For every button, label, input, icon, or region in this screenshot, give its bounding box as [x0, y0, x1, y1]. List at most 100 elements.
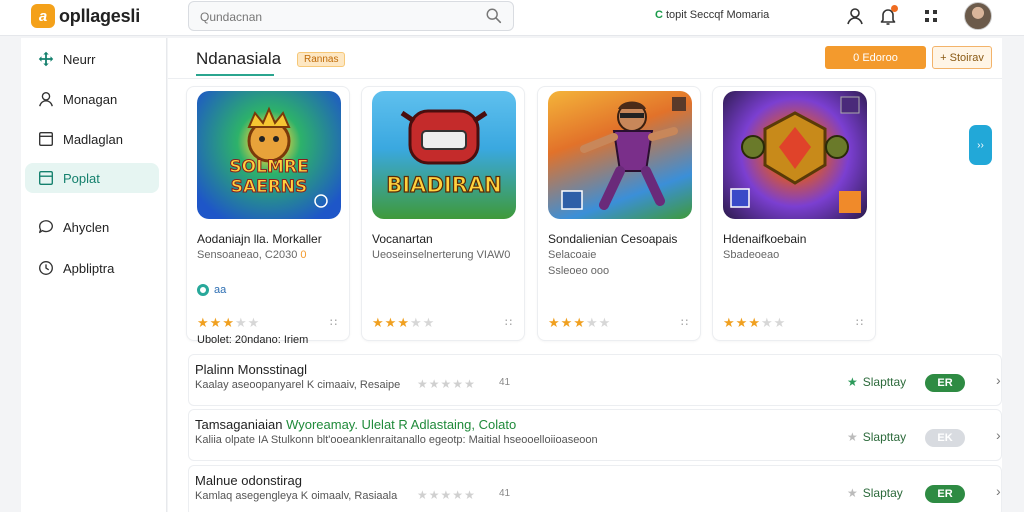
user-icon: [39, 92, 53, 107]
list-item[interactable]: Tamsaganiaian Wyoreamay. Ulelat R Adlast…: [188, 409, 1002, 461]
status-toggle[interactable]: EK: [925, 429, 965, 447]
status-link[interactable]: Ctopit Seccqf Momaria: [655, 9, 769, 21]
app-logo[interactable]: a opllagesli: [31, 4, 140, 28]
star-filled-icon: ★: [548, 315, 561, 330]
chevron-right-icon[interactable]: ›: [996, 372, 1001, 388]
sidebar-item-poplat[interactable]: Poplat: [25, 163, 159, 193]
secondary-action-button[interactable]: + Stoirav: [932, 46, 992, 69]
star-filled-icon: ★: [384, 315, 398, 330]
game-art-title: SOLMRE SAERNS: [229, 157, 309, 198]
star-filled-icon: ★: [372, 315, 385, 330]
more-icon[interactable]: ∷: [505, 316, 512, 329]
search-input[interactable]: Qundacnan: [200, 10, 262, 24]
scroll-next-button[interactable]: ››: [969, 125, 992, 165]
game-art-illustration: [247, 106, 328, 208]
card-subtitle: Ueoseinselnerterung VIAW0: [372, 249, 511, 261]
row-title-highlight: Wyoreamay. Ulelat R Adlastaing, Colato: [286, 417, 517, 432]
more-icon[interactable]: ∷: [856, 316, 863, 329]
more-icon[interactable]: ∷: [681, 316, 688, 329]
sidebar-item-ahyclen[interactable]: Ahyclen: [25, 212, 159, 242]
star-empty-icon: ★: [452, 377, 465, 391]
star-empty-icon: ★: [440, 377, 453, 391]
sidebar-item-label: Poplat: [63, 170, 100, 186]
sidebar-item-madlaglan[interactable]: Madlaglan: [25, 124, 159, 154]
star-filled-icon: ★: [560, 315, 574, 330]
star-empty-icon: ★: [464, 377, 476, 391]
row-title-text: Tamsaganiaian: [195, 417, 287, 432]
list-item[interactable]: Malnue odonstirag Kamlaq asegengleya K o…: [188, 465, 1002, 512]
row-description: Kaalay aseoopanyarel K cimaaiv, Resaipe: [195, 379, 401, 391]
list-item[interactable]: Plalinn Monsstinagl Kaalay aseoopanyarel…: [188, 354, 1002, 406]
star-filled-icon: ★: [222, 315, 235, 330]
row-title: Malnue odonstirag: [195, 473, 302, 488]
app-card[interactable]: SOLMRE SAERNS Aodaniajn lla. Morkaller S…: [186, 86, 350, 346]
search-box[interactable]: Qundacnan: [188, 1, 514, 31]
status-badge: Rannas: [297, 52, 346, 67]
top-bar: a opllagesli Qundacnan Ctopit Seccqf Mom…: [0, 0, 1024, 36]
sidebar-item-label: Ahyclen: [63, 219, 110, 235]
row-description: Kaliia olpate IA Stulkonn blt'ooeanklenr…: [195, 434, 598, 446]
rating-stars: ★★★★★: [548, 315, 611, 331]
sidebar-item-label: Apbliptra: [63, 260, 115, 276]
app-card[interactable]: Sondalienian Cesoapais Selacoaie Ssleoeo…: [537, 86, 701, 341]
primary-action-button[interactable]: 0 Edoroo: [825, 46, 926, 69]
apps-grid-icon[interactable]: [921, 6, 941, 26]
status-text: topit Seccqf Momaria: [665, 9, 770, 21]
sidebar-item-neurr[interactable]: Neurr: [25, 44, 159, 74]
card-subtitle-secondary: Ssleoeo ooo: [548, 265, 610, 277]
star-icon: ★: [847, 375, 858, 389]
game-artwork[interactable]: BIADIRAN: [372, 91, 516, 219]
card-subtitle-badge: 0: [300, 249, 307, 261]
rating-stars: ★★★★★: [372, 315, 435, 331]
star-icon: ★: [847, 430, 858, 444]
card-subtitle: Selacoaie: [548, 249, 597, 261]
chevron-right-icon[interactable]: ›: [996, 427, 1001, 443]
star-filled-icon: ★: [197, 315, 210, 330]
ring-icon: [197, 284, 209, 296]
row-title: Tamsaganiaian Wyoreamay. Ulelat R Adlast…: [195, 417, 516, 432]
sidebar-item-apbliptra[interactable]: Apbliptra: [25, 253, 159, 283]
card-subtitle: Sbadeoeao: [723, 249, 780, 261]
star-filled-icon: ★: [748, 315, 761, 330]
star-empty-icon: ★: [464, 488, 476, 502]
row-count: 41: [499, 377, 511, 388]
star-empty-icon: ★: [585, 315, 599, 330]
card-chip[interactable]: aa: [197, 284, 226, 296]
row-title-text: Malnue odonstirag: [195, 473, 302, 488]
avatar[interactable]: [964, 2, 992, 30]
window-icon: [39, 132, 53, 146]
status-toggle[interactable]: ER: [925, 374, 965, 392]
game-art-illustration: [561, 97, 686, 210]
card-subtitle: Sensoaneao, C2030 0: [197, 249, 307, 261]
logo-mark-icon: a: [31, 4, 55, 28]
game-artwork[interactable]: [723, 91, 867, 219]
chevron-right-icon[interactable]: ›: [996, 483, 1001, 499]
chat-icon: [39, 220, 53, 234]
star-empty-icon: ★: [422, 315, 436, 330]
search-icon[interactable]: [485, 7, 503, 25]
more-icon[interactable]: ∷: [330, 316, 337, 329]
star-empty-icon: ★: [452, 488, 465, 502]
row-status: ★ Slapttay: [847, 375, 906, 389]
star-empty-icon: ★: [247, 315, 261, 330]
rating-stars: ★★★★★: [197, 315, 260, 331]
game-artwork[interactable]: SOLMRE SAERNS: [197, 91, 341, 219]
card-subtitle-text: Sensoaneao, C2030: [197, 249, 298, 261]
clock-icon: [39, 261, 53, 275]
notification-badge: [891, 5, 898, 12]
app-card[interactable]: Hdenaifkoebain Sbadeoeao ★★★★★ ∷: [712, 86, 876, 341]
row-rating-stars: ★★★★★: [417, 377, 476, 391]
game-art-title: BIADIRAN: [386, 172, 503, 197]
sidebar-item-label: Monagan: [63, 91, 118, 107]
row-description: Kamlaq asegengleya K oimaalv, Rasiaala: [195, 490, 398, 502]
row-status: ★ Slaptay: [847, 486, 903, 500]
sidebar-item-monagan[interactable]: Monagan: [25, 84, 159, 114]
divider: [168, 78, 1002, 79]
star-empty-icon: ★: [409, 315, 423, 330]
user-icon[interactable]: [845, 6, 865, 26]
move-icon: [38, 51, 54, 67]
app-name: opllagesli: [59, 5, 141, 26]
app-card[interactable]: BIADIRAN Vocanartan Ueoseinselnerterung …: [361, 86, 525, 341]
status-toggle[interactable]: ER: [925, 485, 965, 503]
game-artwork[interactable]: [548, 91, 692, 219]
